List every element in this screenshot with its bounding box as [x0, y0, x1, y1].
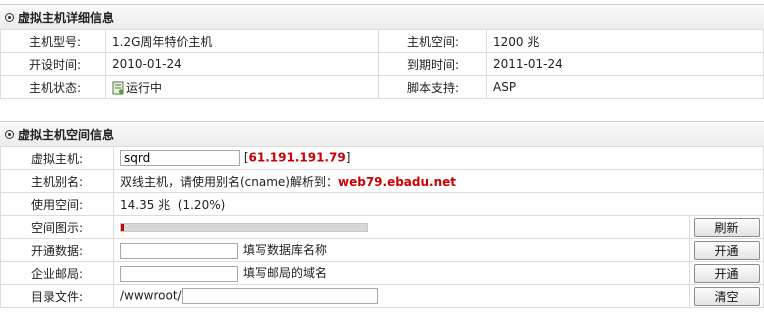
table-row: 开通数据: 填写数据库名称 开通	[0, 238, 764, 262]
usage-progress-bar	[120, 223, 368, 232]
used-space-value: 14.35 兆 (1.20%)	[113, 192, 764, 216]
table-row: 虚拟主机: [61.191.191.79]	[0, 146, 764, 170]
status-cell: 运行中	[105, 75, 379, 99]
mail-label: 企业邮局:	[0, 261, 114, 285]
open-database-button[interactable]: 开通	[693, 240, 760, 260]
detail-section-title: 虚拟主机详细信息	[18, 10, 115, 25]
detail-section-header: 虚拟主机详细信息	[0, 4, 764, 30]
usage-progress-fill	[121, 224, 124, 231]
used-space-label: 使用空间:	[0, 192, 114, 216]
server-status-icon	[112, 81, 124, 94]
ip-address: 61.191.191.79	[248, 150, 346, 165]
open-date-label: 开设时间:	[0, 52, 106, 76]
table-row: 主机别名: 双线主机，请使用别名(cname)解析到：web79.ebadu.n…	[0, 169, 764, 193]
space-value: 1200 兆	[486, 29, 764, 53]
script-label: 脚本支持:	[378, 75, 487, 99]
clear-button-cell: 清空	[689, 284, 764, 308]
refresh-cell: 刷新	[689, 215, 764, 239]
table-row: 企业邮局: 填写邮局的域名 开通	[0, 261, 764, 285]
database-button-cell: 开通	[689, 238, 764, 262]
space-chart-cell	[113, 215, 690, 239]
expire-date-label: 到期时间:	[378, 52, 487, 76]
directory-cell: /wwwroot/	[113, 284, 690, 308]
space-label: 主机空间:	[378, 29, 487, 53]
table-row: 开设时间: 2010-01-24 到期时间: 2011-01-24	[0, 52, 764, 76]
space-chart-label: 空间图示:	[0, 215, 114, 239]
table-row: 目录文件: /wwwroot/ 清空	[0, 284, 764, 308]
space-section-title: 虚拟主机空间信息	[18, 127, 115, 142]
ip-close-bracket: ]	[345, 150, 351, 165]
alias-text: 双线主机，请使用别名(cname)解析到：	[120, 174, 338, 189]
alias-cell: 双线主机，请使用别名(cname)解析到：web79.ebadu.net	[113, 169, 764, 193]
directory-label: 目录文件:	[0, 284, 114, 308]
bullet-circle-icon	[5, 129, 14, 139]
mail-button-cell: 开通	[689, 261, 764, 285]
database-hint: 填写数据库名称	[243, 243, 328, 258]
alias-domain: web79.ebadu.net	[338, 174, 457, 189]
clear-button[interactable]: 清空	[693, 286, 760, 306]
directory-input[interactable]	[181, 288, 378, 304]
host-name-input[interactable]	[120, 150, 240, 166]
mail-domain-input[interactable]	[120, 265, 238, 282]
bullet-circle-icon	[5, 12, 14, 22]
mail-cell: 填写邮局的域名	[113, 261, 690, 285]
mail-hint: 填写邮局的域名	[243, 266, 328, 281]
status-label: 主机状态:	[0, 75, 106, 99]
model-value: 1.2G周年特价主机	[105, 29, 379, 53]
open-date-value: 2010-01-24	[105, 52, 379, 76]
space-section-header: 虚拟主机空间信息	[0, 121, 764, 147]
refresh-button[interactable]: 刷新	[693, 217, 760, 237]
open-mail-button[interactable]: 开通	[693, 263, 760, 283]
script-value: ASP	[486, 75, 764, 99]
table-row: 主机状态: 运行中 脚本支持: ASP	[0, 75, 764, 99]
host-cell: [61.191.191.79]	[113, 146, 764, 170]
host-label: 虚拟主机:	[0, 146, 114, 170]
space-table: 虚拟主机: [61.191.191.79] 主机别名: 双线主机，请使用别名(c…	[0, 146, 764, 308]
expire-date-value: 2011-01-24	[486, 52, 764, 76]
detail-table: 主机型号: 1.2G周年特价主机 主机空间: 1200 兆 开设时间: 2010…	[0, 29, 764, 99]
database-cell: 填写数据库名称	[113, 238, 690, 262]
model-label: 主机型号:	[0, 29, 106, 53]
table-row: 主机型号: 1.2G周年特价主机 主机空间: 1200 兆	[0, 29, 764, 53]
table-row: 使用空间: 14.35 兆 (1.20%)	[0, 192, 764, 216]
database-name-input[interactable]	[120, 242, 238, 259]
directory-prefix: /wwwroot/	[120, 288, 182, 303]
alias-label: 主机别名:	[0, 169, 114, 193]
database-label: 开通数据:	[0, 238, 114, 262]
status-value: 运行中	[126, 80, 163, 95]
table-row: 空间图示: 刷新	[0, 215, 764, 239]
